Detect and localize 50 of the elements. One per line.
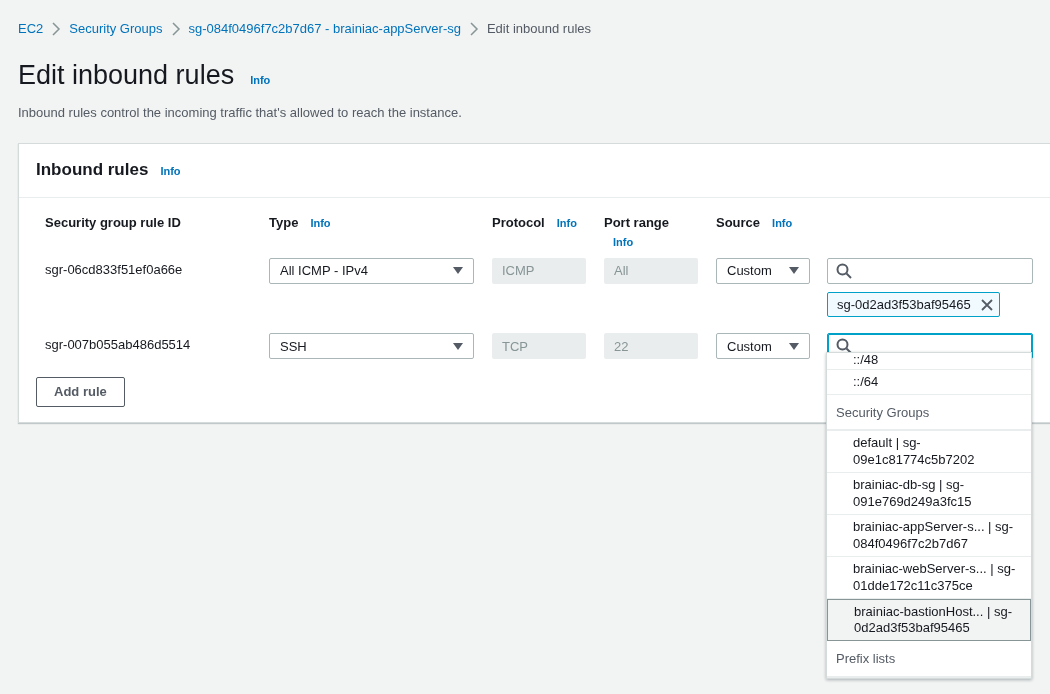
page-title: Edit inbound rules — [18, 58, 235, 91]
column-header: Source — [716, 214, 761, 230]
dropdown-caret-icon — [789, 267, 799, 275]
dropdown-option[interactable]: default | sg-09e1c81774c5b7202 — [827, 431, 1031, 474]
rule-id: sgr-06cd833f51ef0a66e — [45, 261, 183, 277]
token-label: sg-0d2ad3f53baf95465 — [837, 295, 971, 314]
column-header: Security group rule ID — [45, 214, 181, 230]
group-heading: Security Groups — [827, 394, 1031, 432]
column-header: Port range — [604, 214, 669, 230]
source-select[interactable]: Custom — [716, 257, 810, 284]
dropdown-caret-icon — [453, 267, 463, 275]
search-icon — [836, 338, 852, 355]
breadcrumb-link[interactable]: Security Groups — [69, 19, 163, 39]
column-header: Protocol — [492, 214, 545, 230]
close-icon[interactable] — [980, 298, 993, 311]
info-link[interactable]: Info — [556, 216, 577, 229]
dropdown-caret-icon — [789, 342, 799, 350]
dropdown-caret-icon — [453, 342, 463, 350]
source-select[interactable]: Custom — [716, 333, 810, 360]
page-description: Inbound rules control the incoming traffic that's allowed to reach the instance. — [18, 103, 463, 122]
port-range-field: 22 — [604, 333, 698, 360]
column-header: Type — [269, 214, 299, 230]
info-link[interactable]: Info — [772, 216, 793, 229]
protocol-field: TCP — [492, 333, 586, 360]
type-select[interactable]: SSH — [269, 333, 474, 360]
dropdown-option[interactable]: brainiac-db-sg | sg-091e769d249a3fc15 — [827, 473, 1031, 515]
protocol-field: ICMP — [492, 257, 586, 284]
breadcrumb-current: Edit inbound rules — [486, 20, 592, 38]
add-rule-button[interactable]: Add rule — [36, 377, 125, 407]
dropdown-option[interactable]: brainiac-appServer-s... | sg-084f0496f7c2b7d67 — [827, 514, 1031, 557]
search-field[interactable] — [827, 257, 1033, 284]
rule-id: sgr-007b055ab486d5514 — [45, 337, 191, 353]
chevron-right-icon — [51, 21, 62, 36]
dropdown-option[interactable]: brainiac-webServer-s... | sg-01dde172c11c375ce — [827, 556, 1031, 599]
port-range-field: All — [604, 257, 698, 284]
chevron-right-icon — [170, 21, 181, 36]
dropdown-option[interactable]: ::/48 — [827, 353, 1031, 370]
breadcrumb-link[interactable]: sg-084f0496f7c2b7d67 - brainiac-appServer-sg — [188, 19, 461, 39]
search-icon — [836, 262, 852, 279]
type-select[interactable]: All ICMP - IPv4 — [269, 257, 474, 284]
dropdown-option[interactable]: brainiac-bastionHost... | sg-0d2ad3f53baf95465 — [827, 598, 1031, 642]
panel-title: Inbound rules — [36, 160, 149, 181]
info-link[interactable]: Info — [613, 236, 634, 249]
group-heading: Prefix lists — [827, 641, 1031, 678]
breadcrumb-link[interactable]: EC2 — [18, 19, 44, 39]
chevron-right-icon — [468, 21, 479, 36]
dropdown-option[interactable]: ::/64 — [827, 370, 1031, 395]
info-link[interactable]: Info — [310, 216, 331, 229]
info-link[interactable]: Info — [160, 163, 181, 180]
info-link[interactable]: Info — [250, 71, 271, 88]
